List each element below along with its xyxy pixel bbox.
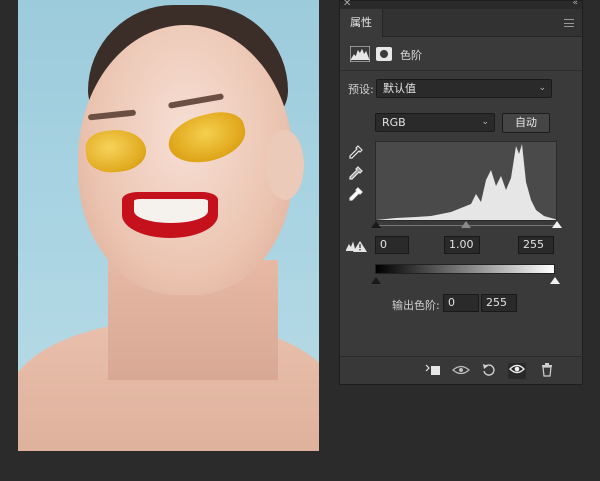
eyedropper-gray-icon[interactable] (348, 166, 364, 180)
panel-bottom-toolbar (340, 356, 582, 384)
panel-menu-icon[interactable] (564, 19, 574, 27)
channel-select[interactable]: RGB ⌄ (375, 113, 495, 132)
channel-value: RGB (382, 116, 406, 129)
output-black-field[interactable]: 0 (443, 294, 479, 312)
tab-properties[interactable]: 属性 (340, 9, 383, 37)
photo-ear (266, 130, 304, 200)
view-previous-icon[interactable] (452, 363, 470, 379)
levels-icon[interactable] (350, 46, 370, 62)
trash-icon[interactable] (538, 363, 556, 379)
adjustment-title: 色阶 (400, 49, 422, 62)
preset-label: 预设: (348, 83, 374, 96)
histogram (375, 141, 557, 221)
reset-icon[interactable] (480, 363, 498, 379)
chevron-down-icon: ⌄ (481, 117, 489, 127)
eye-icon[interactable] (508, 363, 526, 379)
collapse-icon[interactable]: « (572, 0, 578, 8)
chevron-down-icon: ⌄ (538, 83, 546, 93)
input-black-point-handle[interactable] (371, 221, 381, 228)
photo-canvas (18, 0, 319, 451)
output-black-handle[interactable] (371, 277, 381, 284)
output-gradient-bar (375, 264, 555, 274)
auto-button[interactable]: 自动 (502, 113, 550, 133)
clip-to-layer-icon[interactable] (424, 363, 442, 379)
adjustment-header: 色阶 (340, 37, 582, 71)
histogram-fill (376, 144, 556, 220)
close-icon[interactable]: ✕ (343, 0, 351, 9)
input-white-field[interactable]: 255 (518, 236, 554, 254)
eyedropper-black-icon[interactable] (348, 145, 364, 159)
output-white-field[interactable]: 255 (481, 294, 517, 312)
properties-panel: ✕ « 属性 色阶 预设: 默认值 ⌄ RGB ⌄ 自动 0 1.00 255 … (339, 0, 583, 385)
preset-value: 默认值 (383, 82, 416, 95)
panel-topbar: ✕ « (340, 0, 582, 9)
input-white-point-handle[interactable] (552, 221, 562, 228)
input-gamma-field[interactable]: 1.00 (444, 236, 480, 254)
panel-tabbar: 属性 (340, 9, 582, 37)
output-levels-label: 输出色阶: (392, 299, 440, 312)
mask-icon[interactable] (376, 47, 392, 61)
eyedropper-white-icon[interactable] (348, 187, 364, 201)
output-white-handle[interactable] (550, 277, 560, 284)
clipping-warning-icon[interactable] (346, 239, 368, 253)
input-gamma-handle[interactable] (461, 221, 471, 228)
input-black-field[interactable]: 0 (375, 236, 409, 254)
histogram-graph (376, 144, 556, 220)
photo-teeth (134, 199, 208, 223)
preset-select[interactable]: 默认值 ⌄ (376, 79, 552, 98)
